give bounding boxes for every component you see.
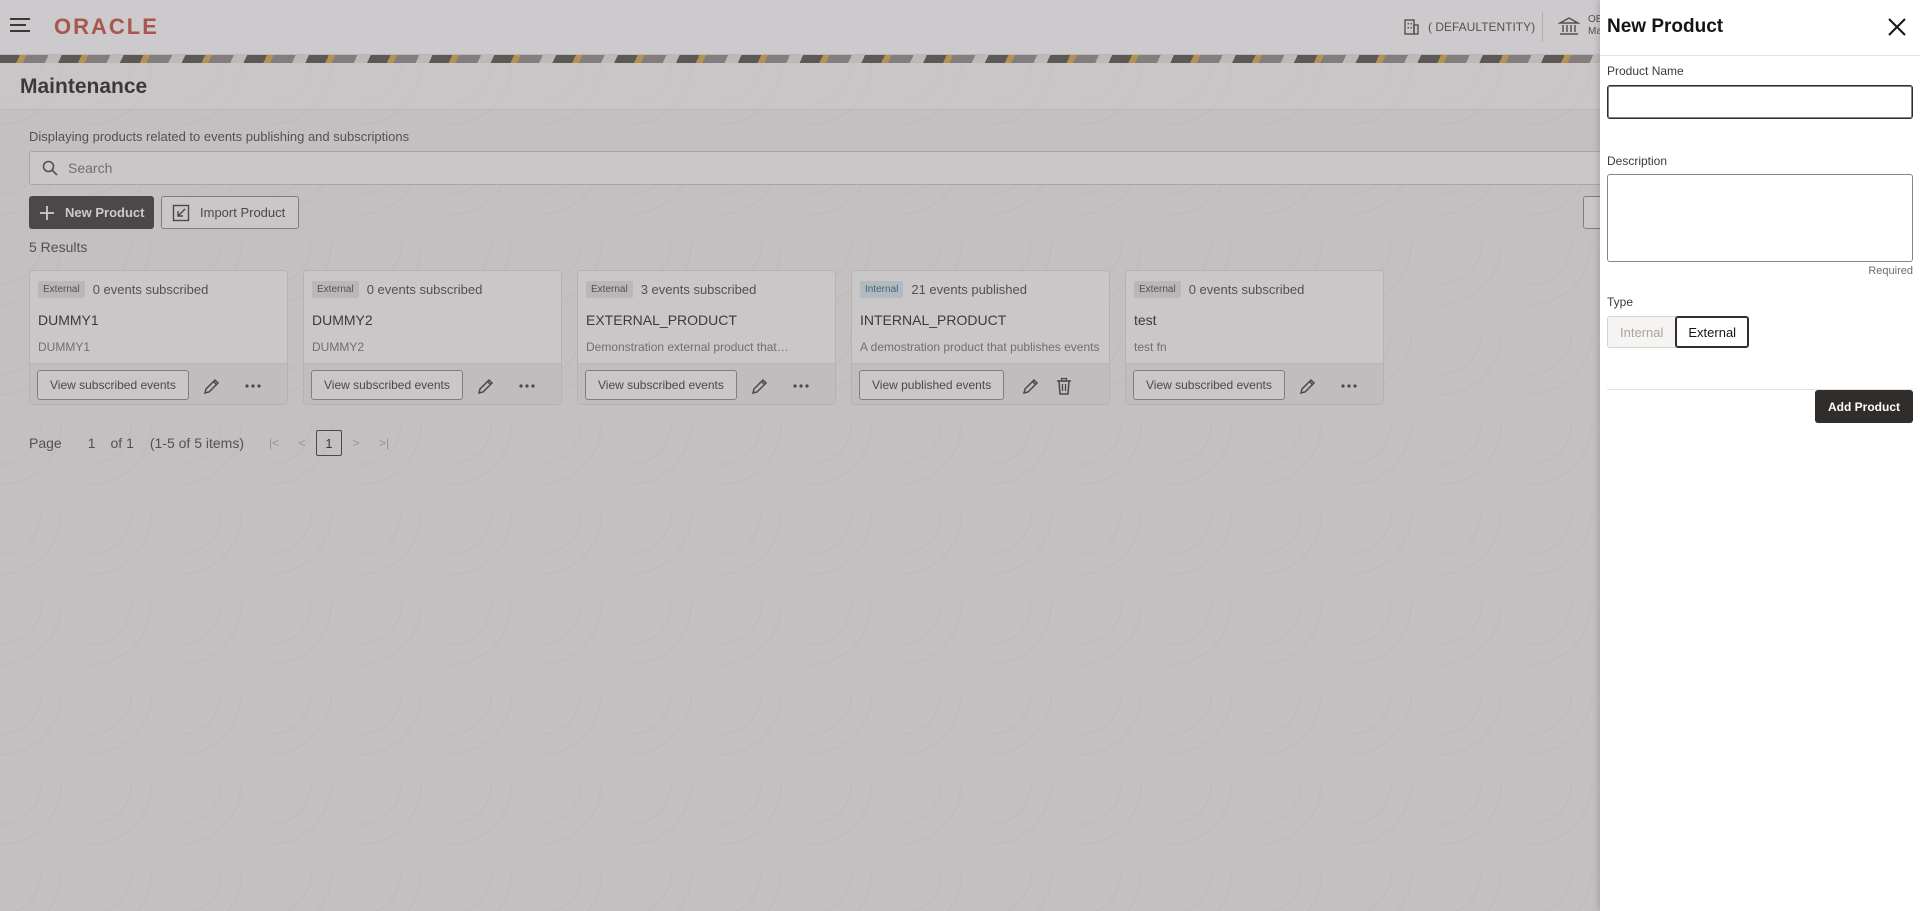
description-input[interactable] — [1607, 174, 1913, 262]
new-product-drawer: New Product Product Name Description Req… — [1600, 0, 1920, 911]
close-icon[interactable] — [1886, 16, 1908, 38]
product-name-label: Product Name — [1607, 64, 1684, 78]
type-external-option[interactable]: External — [1675, 316, 1750, 348]
drawer-divider — [1600, 55, 1920, 56]
add-product-button[interactable]: Add Product — [1815, 390, 1913, 423]
modal-backdrop[interactable] — [0, 0, 1600, 911]
product-name-input[interactable] — [1607, 85, 1913, 119]
type-label: Type — [1607, 295, 1634, 309]
type-toggle: Internal External — [1607, 316, 1750, 348]
required-hint: Required — [1868, 265, 1913, 277]
type-internal-option[interactable]: Internal — [1607, 316, 1677, 348]
drawer-title: New Product — [1607, 16, 1724, 37]
description-label: Description — [1607, 154, 1668, 168]
